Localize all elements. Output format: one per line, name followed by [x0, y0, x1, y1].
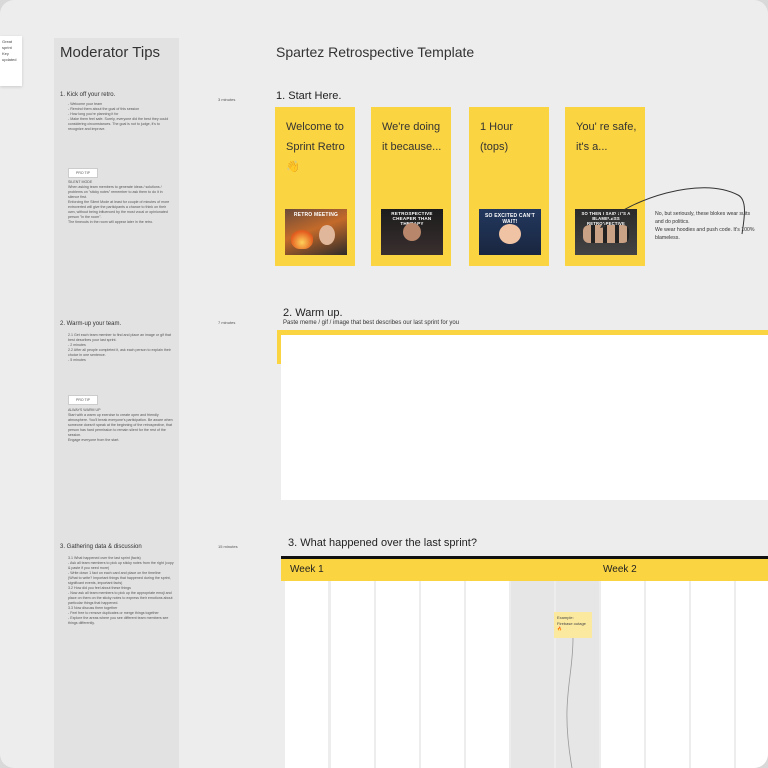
suits-group-icon — [583, 225, 629, 243]
intro-card-why[interactable]: We're doing it because... RETROSPECTIVE … — [371, 107, 451, 266]
silent-mode-tip: SILENT MODE When asking team members to … — [68, 180, 170, 224]
kickoff-text: - Welcome your team - Remind them about … — [68, 102, 169, 131]
example-sticky-note[interactable]: Example: Firebase outage 🔥 — [554, 612, 592, 638]
gathering-heading: 3. Gathering data & discussion — [60, 544, 142, 550]
card-text: Welcome to Sprint Retro 👋 — [286, 121, 345, 173]
so-then-i-said-meme-image: SO THEN I SAID IT'S A BLAMELESS RETROSPE… — [575, 209, 637, 255]
moderator-title: Moderator Tips — [60, 44, 161, 61]
pro-tip-badge: PRO TIP — [68, 395, 98, 405]
therapy-meme-image: RETROSPECTIVE CHEAPER THAN THERAPY — [381, 209, 443, 255]
card-text: We're doing it because... — [382, 121, 442, 153]
section1-title: 1. Start Here. — [276, 90, 342, 102]
offscreen-note-text: Great sprint Key updated — [2, 39, 17, 62]
timeline-day-column[interactable] — [466, 581, 509, 768]
intro-card-welcome[interactable]: Welcome to Sprint Retro 👋 RETRO MEETING — [275, 107, 355, 266]
gathering-text: 3.1 What happened over the last sprint (… — [68, 556, 174, 625]
timeline-day-column[interactable] — [736, 581, 768, 768]
timeline-header: Week 1 Week 2 — [281, 559, 768, 581]
fire-girl-meme-image: RETRO MEETING — [285, 209, 347, 255]
section2-title: 2. Warm up. — [283, 307, 343, 319]
week1-label: Week 1 — [290, 564, 324, 575]
timeline-day-column[interactable] — [646, 581, 689, 768]
timeline-day-column[interactable] — [285, 581, 328, 768]
person-icon — [403, 223, 421, 241]
whiteboard-canvas[interactable]: Great sprint Key updated Moderator Tips … — [0, 0, 768, 768]
section3-timer: 15 minutes — [218, 544, 238, 549]
timeline-day-column[interactable] — [376, 581, 419, 768]
warmup-instructions: Paste meme / gif / image that best descr… — [283, 320, 460, 326]
girl-face-icon — [319, 225, 335, 245]
timeline-weekend-column[interactable] — [511, 581, 554, 768]
timeline-weekend-column[interactable] — [556, 581, 599, 768]
warmup-heading: 2. Warm-up your team. — [60, 321, 122, 327]
warmup-text: 2.1 Get each team member to find and pla… — [68, 333, 171, 362]
timeline-day-column[interactable] — [601, 581, 644, 768]
timeline-day-column[interactable] — [331, 581, 374, 768]
meme-caption: SO THEN I SAID IT'S A BLAMELESS RETROSPE… — [581, 211, 631, 226]
fire-icon — [291, 227, 313, 249]
card-text: 1 Hour (tops) — [480, 121, 514, 153]
always-warm-up-tip: ALWAYS WARM UP Start with a warm up exer… — [68, 408, 173, 442]
offscreen-sticky-note[interactable]: Great sprint Key updated — [0, 36, 22, 86]
warmup-drop-area[interactable] — [281, 335, 768, 500]
intro-card-safe[interactable]: You' re safe, it's a... SO THEN I SAID I… — [565, 107, 645, 266]
timeline-day-column[interactable] — [691, 581, 734, 768]
blameless-note[interactable]: No, but seriously, these blokes wear sui… — [655, 210, 755, 242]
timeline-day-column[interactable] — [421, 581, 464, 768]
card-text: You' re safe, it's a... — [576, 121, 637, 153]
sticky-text: Example: Firebase outage 🔥 — [557, 615, 586, 631]
intro-card-duration[interactable]: 1 Hour (tops) SO EXCITED CAN'T WAIT! — [469, 107, 549, 266]
meme-caption: RETRO MEETING — [293, 212, 339, 218]
pro-tip-badge: PRO TIP — [68, 168, 98, 178]
board-title: Spartez Retrospective Template — [276, 44, 475, 60]
kickoff-heading: 1. Kick off your retro. — [60, 92, 116, 98]
moderator-tips-panel: Moderator Tips 1. Kick off your retro. -… — [54, 38, 179, 768]
section1-timer: 3 minutes — [218, 97, 236, 102]
section2-timer: 7 minutes — [218, 320, 236, 325]
section3-title: 3. What happened over the last sprint? — [288, 537, 477, 549]
excited-baby-meme-image: SO EXCITED CAN'T WAIT! — [479, 209, 541, 255]
baby-face-icon — [499, 224, 521, 244]
week2-label: Week 2 — [603, 564, 637, 575]
